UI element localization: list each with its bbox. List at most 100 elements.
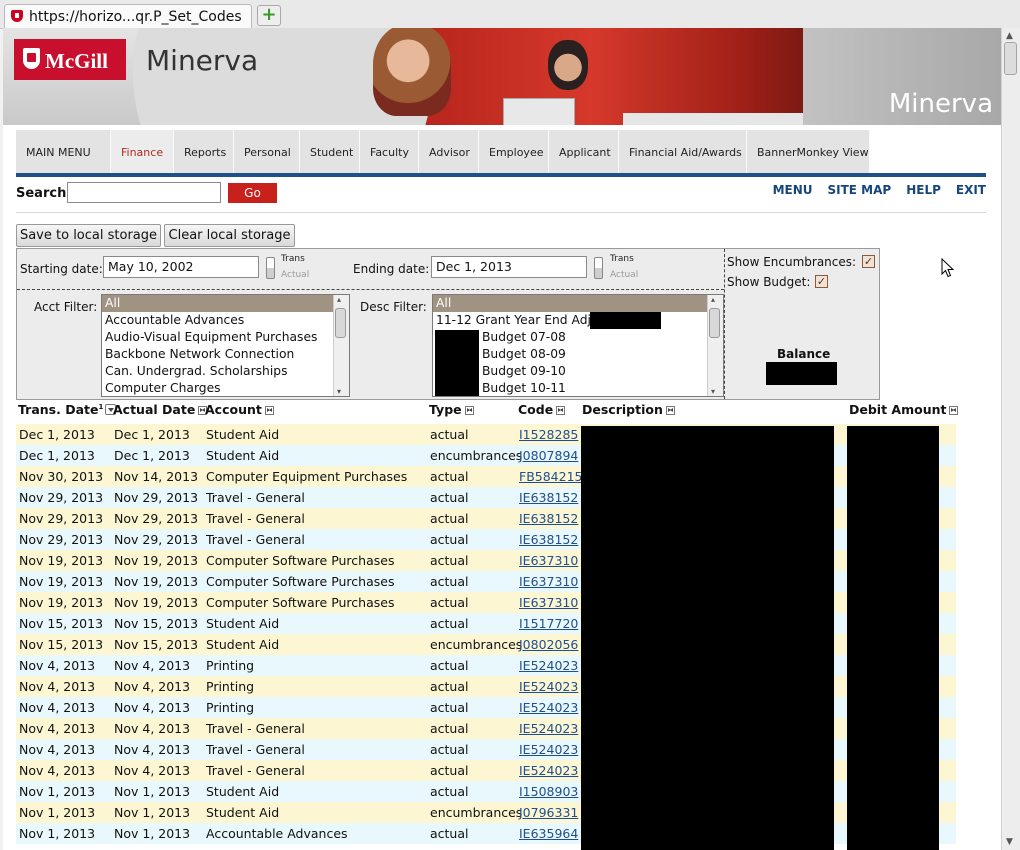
page-scrollbar[interactable]: ▲ ▼ <box>1001 28 1020 850</box>
cell-trans-date: Dec 1, 2013 <box>19 427 95 442</box>
list-item[interactable]: Audio-Visual Equipment Purchases <box>102 329 349 346</box>
col-debit-amount[interactable]: Debit Amount <box>849 402 959 417</box>
sort-icon[interactable] <box>464 406 474 415</box>
transaction-code-link[interactable]: IE524023 <box>519 700 578 715</box>
transaction-code-link[interactable]: IE635964 <box>519 826 578 841</box>
cell-type: actual <box>430 721 469 736</box>
nav-tab-financial-aid[interactable]: Financial Aid/Awards <box>619 130 747 174</box>
show-encumbrances-checkbox[interactable]: ✓ <box>862 255 875 268</box>
transaction-code-link[interactable]: IE637310 <box>519 574 578 589</box>
scroll-up-arrow-icon[interactable]: ▲ <box>1006 31 1013 41</box>
site-map-link[interactable]: SITE MAP <box>828 183 892 197</box>
col-trans-date[interactable]: Trans. Date1 <box>18 402 117 417</box>
nav-tab-advisor[interactable]: Advisor <box>419 130 479 174</box>
scroll-down-arrow-icon[interactable]: ▾ <box>337 387 341 396</box>
transaction-code-link[interactable]: I1528285 <box>519 427 578 442</box>
cell-actual-date: Nov 4, 2013 <box>114 763 191 778</box>
scroll-up-arrow-icon[interactable]: ▴ <box>337 295 341 304</box>
cell-trans-date: Nov 1, 2013 <box>19 805 96 820</box>
transaction-code-link[interactable]: I1508903 <box>519 784 578 799</box>
scrollbar-thumb[interactable] <box>1004 42 1017 75</box>
list-scrollbar[interactable]: ▴ ▾ <box>707 295 723 396</box>
col-account[interactable]: Account <box>205 402 274 417</box>
show-budget-checkbox[interactable]: ✓ <box>815 275 828 288</box>
transaction-code-link[interactable]: IE524023 <box>519 679 578 694</box>
list-item-label: 11-12 Grant Year End Adj <box>436 313 591 327</box>
scroll-down-arrow-icon[interactable]: ▼ <box>1006 837 1013 847</box>
col-actual-date[interactable]: Actual Date <box>113 402 208 417</box>
sort-icon[interactable] <box>264 406 274 415</box>
transaction-code-link[interactable]: IE638152 <box>519 490 578 505</box>
cell-trans-date: Nov 29, 2013 <box>19 490 104 505</box>
cell-trans-date: Nov 29, 2013 <box>19 532 104 547</box>
col-description[interactable]: Description <box>582 402 675 417</box>
list-item[interactable]: Accountable Advances <box>102 312 349 329</box>
transaction-code-link[interactable]: J0807894 <box>519 448 578 463</box>
cell-type: encumbrances <box>430 448 523 463</box>
ending-date-label: Ending date: <box>353 262 430 276</box>
cell-account: Student Aid <box>206 784 280 799</box>
clear-local-storage-button[interactable]: Clear local storage <box>164 224 295 247</box>
help-link[interactable]: HELP <box>906 183 941 197</box>
end-date-mode-toggle[interactable] <box>594 257 603 279</box>
nav-tab-reports[interactable]: Reports <box>174 130 234 174</box>
ending-date-input[interactable]: Dec 1, 2013 <box>431 256 587 278</box>
transaction-code-link[interactable]: IE637310 <box>519 553 578 568</box>
cell-type: actual <box>430 574 469 589</box>
new-tab-button[interactable]: + <box>257 5 281 26</box>
nav-tab-faculty[interactable]: Faculty <box>360 130 419 174</box>
transaction-code-link[interactable]: I1517720 <box>519 616 578 631</box>
cell-account: Student Aid <box>206 448 280 463</box>
list-item[interactable]: Computer Charges <box>102 380 349 396</box>
nav-tab-employee[interactable]: Employee <box>479 130 549 174</box>
starting-date-input[interactable]: May 10, 2002 <box>103 256 259 278</box>
transaction-code-link[interactable]: J0796331 <box>519 805 578 820</box>
transaction-code-link[interactable]: IE524023 <box>519 763 578 778</box>
start-date-mode-toggle[interactable] <box>266 257 275 279</box>
cell-trans-date: Nov 15, 2013 <box>19 637 104 652</box>
transaction-code-link[interactable]: IE638152 <box>519 532 578 547</box>
search-input[interactable] <box>67 182 221 203</box>
list-item[interactable]: All <box>102 295 349 312</box>
nav-tab-main-menu[interactable]: MAIN MENU <box>16 130 111 174</box>
cell-type: actual <box>430 763 469 778</box>
app-title-right: Minerva <box>888 89 993 119</box>
sort-icon[interactable] <box>949 406 959 415</box>
exit-link[interactable]: EXIT <box>956 183 986 197</box>
transaction-code-link[interactable]: FB584215 <box>519 469 582 484</box>
list-item[interactable]: All <box>433 295 723 312</box>
acct-filter-list[interactable]: All Accountable Advances Audio-Visual Eq… <box>101 294 350 397</box>
sort-icon[interactable] <box>665 406 675 415</box>
nav-tab-student[interactable]: Student <box>300 130 360 174</box>
transaction-code-link[interactable]: IE524023 <box>519 721 578 736</box>
top-links: MENU SITE MAP HELP EXIT <box>773 183 986 197</box>
nav-tab-finance[interactable]: Finance <box>111 130 174 174</box>
transaction-code-link[interactable]: IE524023 <box>519 742 578 757</box>
scroll-up-arrow-icon[interactable]: ▴ <box>711 295 715 304</box>
cell-actual-date: Nov 4, 2013 <box>114 658 191 673</box>
browser-tab-bar: https://horizo...qr.P_Set_Codes + <box>0 0 1020 29</box>
save-local-storage-button[interactable]: Save to local storage <box>16 224 161 247</box>
browser-tab[interactable]: https://horizo...qr.P_Set_Codes <box>4 4 252 28</box>
menu-link[interactable]: MENU <box>773 183 813 197</box>
transaction-code-link[interactable]: J0802056 <box>519 637 578 652</box>
nav-tab-applicant[interactable]: Applicant <box>549 130 619 174</box>
transaction-code-link[interactable]: IE638152 <box>519 511 578 526</box>
list-item[interactable]: 11-12 Grant Year End Adj <box>433 312 723 329</box>
list-item[interactable]: Backbone Network Connection <box>102 346 349 363</box>
mcgill-logo[interactable]: McGill <box>14 39 126 80</box>
sort-icon[interactable] <box>556 406 566 415</box>
col-code[interactable]: Code <box>518 402 566 417</box>
acct-filter-label: Acct Filter: <box>34 300 98 314</box>
transaction-code-link[interactable]: IE637310 <box>519 595 578 610</box>
transaction-code-link[interactable]: IE524023 <box>519 658 578 673</box>
cell-trans-date: Nov 4, 2013 <box>19 721 96 736</box>
nav-tab-bannermonkey[interactable]: BannerMonkey View <box>747 130 870 174</box>
list-scrollbar[interactable]: ▴ ▾ <box>333 295 349 396</box>
go-button[interactable]: Go <box>228 183 277 203</box>
list-item[interactable]: Can. Undergrad. Scholarships <box>102 363 349 380</box>
nav-tab-personal[interactable]: Personal <box>234 130 300 174</box>
col-type[interactable]: Type <box>429 402 474 417</box>
scroll-down-arrow-icon[interactable]: ▾ <box>711 387 715 396</box>
desc-filter-list[interactable]: All 11-12 Grant Year End Adj Budget 07-0… <box>432 294 724 397</box>
